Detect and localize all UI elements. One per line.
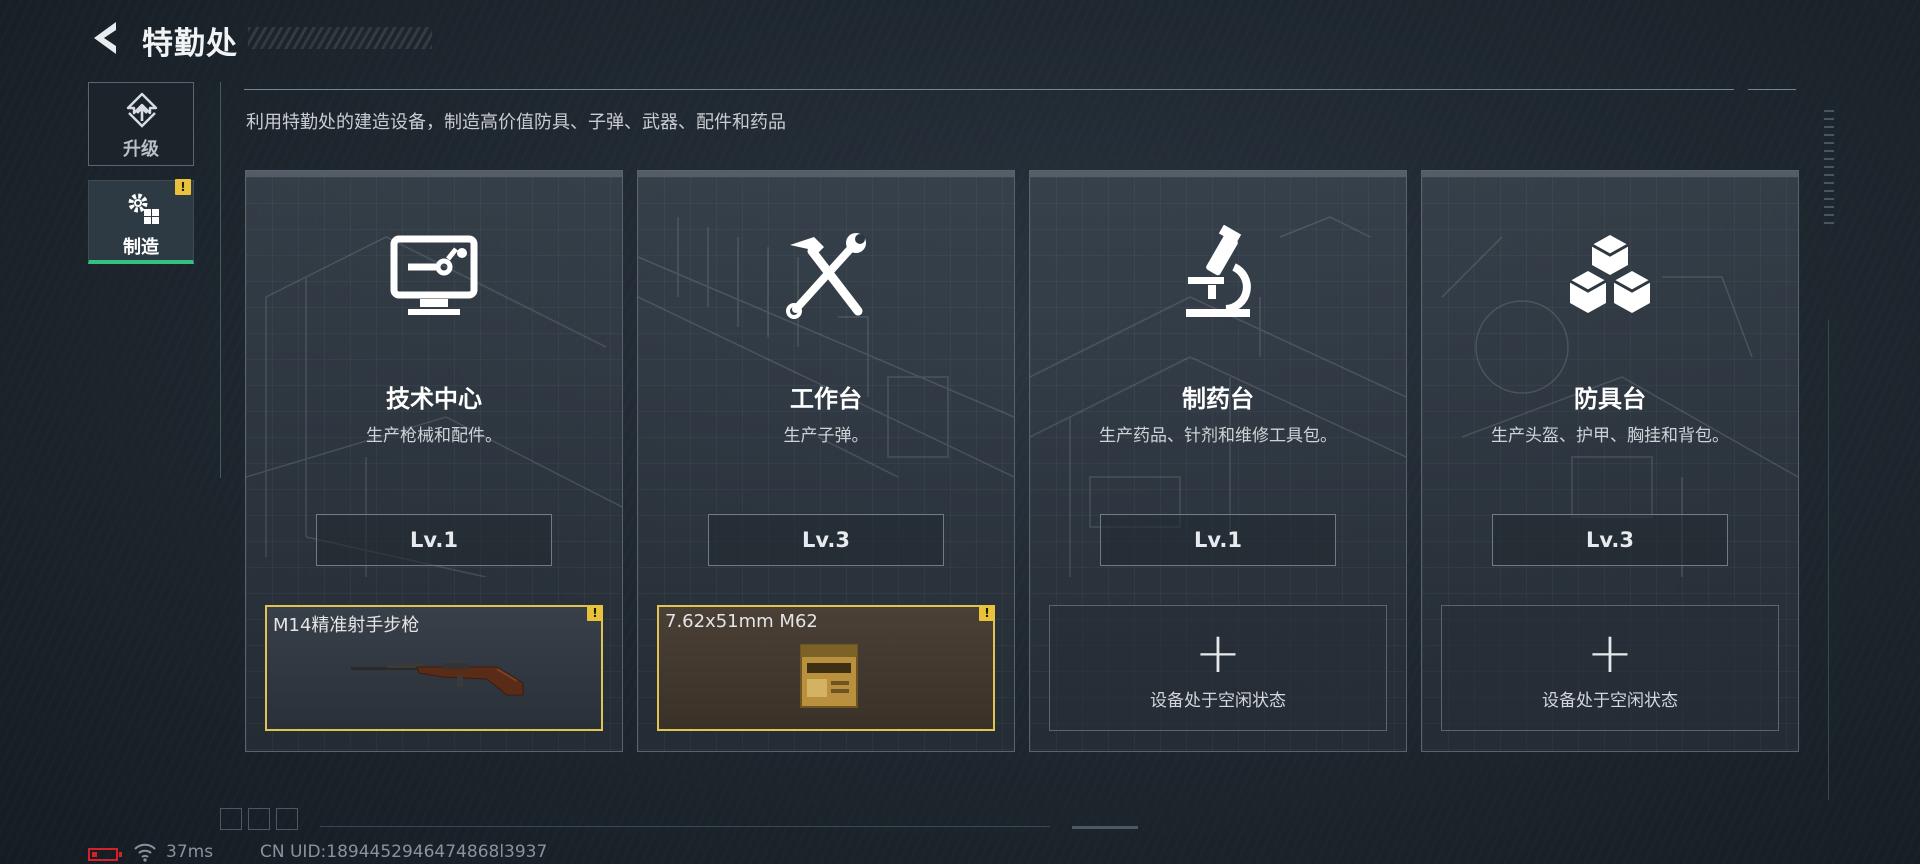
station-description: 生产药品、针剂和维修工具包。 [1099, 426, 1337, 446]
right-edge-line [1828, 320, 1829, 800]
production-item-name: M14精准射手步枪 [273, 615, 420, 636]
tab-upgrade-label: 升级 [123, 139, 159, 160]
page-subtitle: 利用特勤处的建造设备，制造高价值防具、子弹、武器、配件和药品 [246, 112, 786, 133]
station-name: 技术中心 [386, 385, 482, 413]
idle-status-text: 设备处于空闲状态 [1150, 691, 1286, 711]
divider [244, 89, 1734, 90]
station-level: Lv.3 [1492, 514, 1728, 566]
craft-gears-icon [128, 193, 159, 224]
station-card-pharmacy[interactable]: 制药台 生产药品、针剂和维修工具包。 Lv.1 + 设备处于空闲状态 [1029, 170, 1407, 752]
battery-icon [88, 848, 122, 861]
wifi-icon [134, 843, 156, 862]
station-name: 防具台 [1574, 385, 1646, 413]
back-arrow-icon[interactable] [86, 18, 126, 58]
station-description: 生产子弹。 [783, 426, 869, 446]
hammer-wrench-icon [786, 233, 866, 319]
cubes-icon [1569, 235, 1651, 313]
page-title: 特勤处 [142, 26, 238, 62]
network-ping: 37ms [166, 842, 214, 862]
station-description: 生产头盔、护甲、胸挂和背包。 [1491, 426, 1729, 446]
alert-badge: ! [979, 605, 995, 621]
add-icon: + [1194, 621, 1242, 686]
add-icon: + [1586, 621, 1634, 686]
sidebar-divider [220, 82, 221, 478]
tab-craft-label: 制造 [123, 237, 159, 258]
station-level: Lv.3 [708, 514, 944, 566]
bottom-divider [320, 826, 1050, 827]
production-slot-empty[interactable]: + 设备处于空闲状态 [1049, 605, 1387, 731]
alert-badge: ! [587, 605, 603, 621]
production-item-name: 7.62x51mm M62 [665, 611, 818, 632]
tab-upgrade[interactable]: 升级 [88, 82, 194, 166]
monitor-icon [390, 235, 478, 315]
station-card-armor[interactable]: 防具台 生产头盔、护甲、胸挂和背包。 Lv.3 + 设备处于空闲状态 [1421, 170, 1799, 752]
station-level: Lv.1 [316, 514, 552, 566]
station-description: 生产枪械和配件。 [366, 426, 502, 446]
alert-badge: ! [175, 179, 191, 195]
station-name: 制药台 [1182, 385, 1254, 413]
rifle-image [351, 663, 524, 696]
production-slot[interactable]: 7.62x51mm M62 ! [657, 605, 995, 731]
station-card-workbench[interactable]: 工作台 生产子弹。 Lv.3 7.62x51mm M62 ! [637, 170, 1015, 752]
user-uid: CN UID:1894452946474868l3937 [260, 842, 548, 862]
ammo-box-image [800, 644, 858, 708]
idle-status-text: 设备处于空闲状态 [1542, 691, 1678, 711]
station-level: Lv.1 [1100, 514, 1336, 566]
divider-right [1748, 89, 1796, 90]
production-slot[interactable]: M14精准射手步枪 ! [265, 605, 603, 731]
bottom-divider-accent [1072, 826, 1138, 829]
station-card-tech-center[interactable]: 技术中心 生产枪械和配件。 Lv.1 M14精准射手步枪 ! [245, 170, 623, 752]
microscope-icon [1186, 225, 1251, 317]
title-decoration [248, 27, 432, 49]
right-scale-decoration [1824, 110, 1834, 230]
tab-craft[interactable]: 制造 ! [88, 179, 194, 264]
station-name: 工作台 [790, 385, 862, 413]
bottom-decoration [220, 808, 304, 834]
upgrade-icon [126, 92, 158, 128]
production-slot-empty[interactable]: + 设备处于空闲状态 [1441, 605, 1779, 731]
